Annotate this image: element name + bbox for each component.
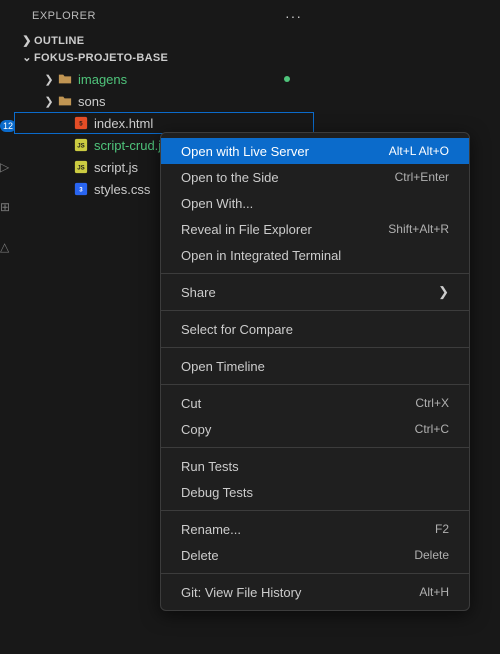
folder-icon [56, 72, 74, 86]
js-file-icon: JS [72, 160, 90, 174]
menu-shortcut: Ctrl+X [415, 396, 449, 410]
menu-separator [161, 273, 469, 274]
tree-folder-sons[interactable]: ❯ sons [14, 90, 314, 112]
menu-label: Debug Tests [181, 485, 253, 500]
tree-label: index.html [94, 116, 153, 131]
chevron-right-icon: ❯ [42, 95, 56, 108]
svg-text:JS: JS [77, 165, 84, 172]
menu-rename[interactable]: Rename... F2 [161, 516, 469, 542]
css-file-icon: 3 [72, 182, 90, 196]
folder-icon [56, 94, 74, 108]
menu-shortcut: F2 [435, 522, 449, 536]
context-menu: Open with Live Server Alt+L Alt+O Open t… [160, 132, 470, 611]
tree-label: script.js [94, 160, 138, 175]
section-label: OUTLINE [34, 35, 84, 47]
chevron-right-icon: ❯ [20, 34, 34, 47]
menu-label: Select for Compare [181, 322, 293, 337]
tree-label: imagens [78, 72, 127, 87]
menu-reveal-explorer[interactable]: Reveal in File Explorer Shift+Alt+R [161, 216, 469, 242]
activity-icon[interactable]: ⊞ [0, 200, 10, 214]
js-file-icon: JS [72, 138, 90, 152]
menu-label: Cut [181, 396, 201, 411]
menu-shortcut: Ctrl+Enter [395, 170, 449, 184]
more-icon[interactable]: ··· [285, 8, 302, 24]
sidebar-header: EXPLORER ··· [14, 0, 314, 32]
menu-cut[interactable]: Cut Ctrl+X [161, 390, 469, 416]
activity-bar: 12 ▷ ⊞ △ [0, 0, 14, 654]
menu-label: Rename... [181, 522, 241, 537]
menu-separator [161, 384, 469, 385]
chevron-right-icon: ❯ [438, 284, 449, 300]
section-outline[interactable]: ❯ OUTLINE [14, 32, 314, 49]
svg-text:5: 5 [79, 121, 83, 128]
menu-delete[interactable]: Delete Delete [161, 542, 469, 568]
menu-shortcut: Ctrl+C [415, 422, 449, 436]
menu-open-timeline[interactable]: Open Timeline [161, 353, 469, 379]
menu-shortcut: Delete [414, 548, 449, 562]
tree-label: sons [78, 94, 105, 109]
svg-text:3: 3 [79, 187, 83, 194]
menu-open-with[interactable]: Open With... [161, 190, 469, 216]
sidebar-title: EXPLORER [32, 10, 96, 22]
section-label: FOKUS-PROJETO-BASE [34, 52, 168, 64]
chevron-down-icon: ⌄ [20, 51, 34, 64]
menu-select-compare[interactable]: Select for Compare [161, 316, 469, 342]
menu-share[interactable]: Share ❯ [161, 279, 469, 305]
menu-separator [161, 310, 469, 311]
activity-icon[interactable]: △ [0, 240, 9, 254]
menu-git-history[interactable]: Git: View File History Alt+H [161, 579, 469, 605]
menu-label: Run Tests [181, 459, 239, 474]
tree-label: script-crud.js [94, 138, 168, 153]
section-project[interactable]: ⌄ FOKUS-PROJETO-BASE [14, 49, 314, 66]
tree-label: styles.css [94, 182, 150, 197]
menu-open-to-side[interactable]: Open to the Side Ctrl+Enter [161, 164, 469, 190]
menu-label: Open Timeline [181, 359, 265, 374]
menu-label: Open with Live Server [181, 144, 309, 159]
menu-open-terminal[interactable]: Open in Integrated Terminal [161, 242, 469, 268]
menu-separator [161, 510, 469, 511]
menu-open-live-server[interactable]: Open with Live Server Alt+L Alt+O [161, 138, 469, 164]
menu-copy[interactable]: Copy Ctrl+C [161, 416, 469, 442]
tree-folder-imagens[interactable]: ❯ imagens [14, 68, 314, 90]
menu-label: Reveal in File Explorer [181, 222, 312, 237]
menu-debug-tests[interactable]: Debug Tests [161, 479, 469, 505]
menu-label: Delete [181, 548, 219, 563]
menu-separator [161, 573, 469, 574]
menu-separator [161, 447, 469, 448]
menu-label: Share [181, 285, 216, 300]
html-file-icon: 5 [72, 116, 90, 130]
menu-label: Open in Integrated Terminal [181, 248, 341, 263]
menu-label: Open With... [181, 196, 253, 211]
menu-shortcut: Alt+L Alt+O [389, 144, 449, 158]
modified-dot-icon [284, 76, 290, 82]
svg-text:JS: JS [77, 143, 84, 150]
menu-run-tests[interactable]: Run Tests [161, 453, 469, 479]
menu-shortcut: Shift+Alt+R [388, 222, 449, 236]
tree-file-index-html[interactable]: 5 index.html [14, 112, 314, 134]
menu-shortcut: Alt+H [419, 585, 449, 599]
menu-label: Git: View File History [181, 585, 301, 600]
chevron-right-icon: ❯ [42, 73, 56, 86]
menu-label: Copy [181, 422, 211, 437]
menu-separator [161, 347, 469, 348]
menu-label: Open to the Side [181, 170, 279, 185]
activity-icon[interactable]: ▷ [0, 160, 9, 174]
